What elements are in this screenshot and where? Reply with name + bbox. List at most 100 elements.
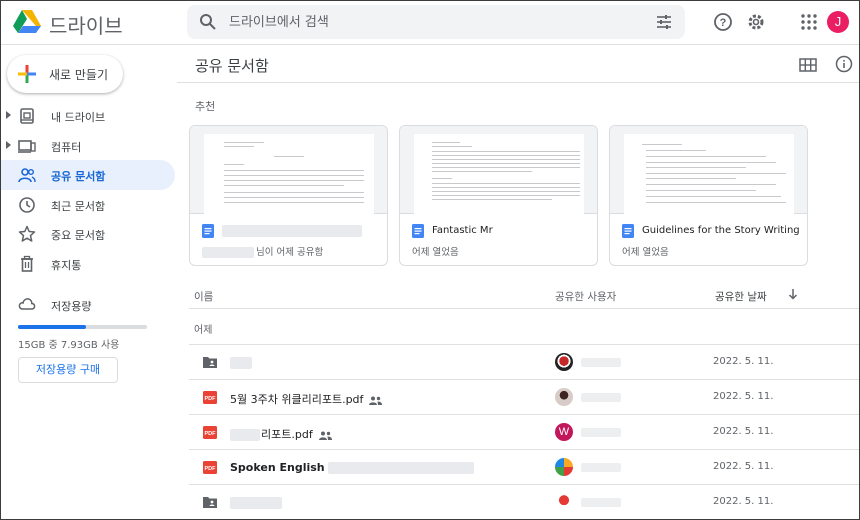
pdf-icon: PDF <box>203 461 217 474</box>
card-subtitle: 어제 열었음 <box>622 247 669 258</box>
suggested-card[interactable]: 님이 어제 공유함 <box>189 125 388 266</box>
main-header: 공유 문서함 <box>177 45 859 83</box>
file-row[interactable]: 2022. 5. 11. <box>189 484 859 519</box>
sidebar-item-my-drive[interactable]: 내 드라이브 <box>1 101 175 131</box>
doc-thumbnail <box>190 126 387 214</box>
column-shared-date[interactable]: 공유한 날짜 <box>715 289 767 304</box>
sidebar-item-label: 최근 문서함 <box>51 199 106 213</box>
shared-date: 2022. 5. 11. <box>713 391 774 402</box>
storage-bar <box>18 325 147 329</box>
search-input[interactable] <box>229 12 629 32</box>
shared-icon <box>18 168 36 183</box>
user-avatar <box>555 493 573 511</box>
shared-date: 2022. 5. 11. <box>713 426 774 437</box>
file-list-header: 이름 공유한 사용자 공유한 날짜 <box>189 281 859 309</box>
sidebar-item-shared[interactable]: 공유 문서함 <box>1 160 175 190</box>
storage-bar-fill <box>18 325 87 329</box>
sidebar-item-computers[interactable]: 컴퓨터 <box>1 131 175 161</box>
storage-usage-text: 15GB 중 7.93GB 사용 <box>18 340 120 351</box>
doc-preview <box>414 134 584 214</box>
user-avatar: W <box>555 423 573 441</box>
column-name[interactable]: 이름 <box>194 289 213 304</box>
file-row[interactable]: PDF Spoken English 2022. 5. 11. <box>189 449 859 484</box>
pdf-icon: PDF <box>203 391 217 404</box>
settings-icon[interactable] <box>746 12 766 32</box>
group-label-yesterday: 어제 <box>194 325 213 336</box>
user-avatar <box>555 353 573 371</box>
expand-arrow-icon[interactable] <box>6 111 11 119</box>
app-title: 드라이브 <box>49 14 123 38</box>
buy-storage-button[interactable]: 저장용량 구매 <box>18 357 118 383</box>
sort-down-arrow-icon[interactable] <box>787 288 799 300</box>
suggested-card[interactable]: Fantastic Mr 어제 열었음 <box>399 125 598 266</box>
column-shared-by[interactable]: 공유한 사용자 <box>555 289 616 304</box>
suggested-card[interactable]: Guidelines for the Story Writing C... 어제… <box>609 125 808 266</box>
shared-folder-icon <box>203 357 217 368</box>
sidebar-item-trash[interactable]: 휴지통 <box>1 249 175 279</box>
sidebar-item-label: 컴퓨터 <box>51 140 82 154</box>
computer-icon <box>18 139 36 153</box>
user-name <box>581 498 621 507</box>
help-icon[interactable]: ? <box>713 12 733 32</box>
file-name <box>230 496 282 509</box>
doc-thumbnail <box>610 126 807 214</box>
user-avatar <box>555 458 573 476</box>
card-title: Guidelines for the Story Writing C... <box>642 225 802 236</box>
file-name-text: Spoken English <box>230 461 325 474</box>
file-row[interactable]: 2022. 5. 11. <box>189 344 859 379</box>
shared-date: 2022. 5. 11. <box>713 356 774 367</box>
file-name <box>230 356 252 369</box>
account-avatar[interactable]: J <box>827 11 849 33</box>
pdf-icon: PDF <box>203 426 217 439</box>
sidebar-item-label: 공유 문서함 <box>51 170 106 183</box>
user-name <box>581 393 621 402</box>
sidebar-item-label: 내 드라이브 <box>51 111 106 124</box>
new-button[interactable]: 새로 만들기 <box>7 55 123 93</box>
svg-text:PDF: PDF <box>205 396 217 402</box>
new-button-label: 새로 만들기 <box>49 68 109 82</box>
file-name: Spoken English <box>230 461 474 474</box>
info-icon[interactable] <box>835 55 853 73</box>
star-icon <box>18 225 36 242</box>
apps-icon[interactable] <box>799 12 819 32</box>
my-drive-icon <box>20 108 34 124</box>
card-subtitle-text: 님이 어제 공유함 <box>256 247 324 258</box>
search-icon[interactable] <box>199 13 217 31</box>
card-subtitle: 님이 어제 공유함 <box>202 244 323 258</box>
sidebar-item-recent[interactable]: 최근 문서함 <box>1 190 175 220</box>
doc-preview <box>204 134 374 214</box>
clock-icon <box>19 196 35 213</box>
doc-thumbnail <box>400 126 597 214</box>
svg-text:PDF: PDF <box>205 431 217 437</box>
drive-logo-icon[interactable] <box>13 9 41 33</box>
user-name <box>581 463 621 472</box>
grid-view-icon[interactable] <box>799 56 817 74</box>
sidebar-item-starred[interactable]: 중요 문서함 <box>1 219 175 249</box>
card-subtitle: 어제 열었음 <box>412 247 459 258</box>
shared-people-icon <box>369 396 383 405</box>
file-row[interactable]: PDF 리포트.pdf W 2022. 5. 11. <box>189 414 859 449</box>
sidebar-item-label: 휴지통 <box>51 258 82 272</box>
card-title <box>222 225 382 237</box>
svg-text:PDF: PDF <box>205 466 217 472</box>
storage-label: 저장용량 <box>51 300 92 313</box>
page-title: 공유 문서함 <box>195 57 269 75</box>
shared-folder-icon <box>203 497 217 508</box>
expand-arrow-icon[interactable] <box>6 140 11 149</box>
search-bar[interactable] <box>187 5 685 39</box>
user-name <box>581 428 621 437</box>
shared-date: 2022. 5. 11. <box>713 461 774 472</box>
doc-preview <box>624 134 794 214</box>
trash-icon <box>21 255 33 272</box>
google-docs-icon <box>412 224 424 238</box>
search-options-icon[interactable] <box>655 13 673 31</box>
cloud-icon <box>18 298 36 310</box>
card-title: Fantastic Mr <box>432 225 493 236</box>
user-name <box>581 358 621 367</box>
suggested-label: 추천 <box>195 100 216 113</box>
google-docs-icon <box>202 224 214 238</box>
user-avatar <box>555 388 573 406</box>
sidebar-nav: 내 드라이브 컴퓨터 공유 문서함 최근 문서함 중요 문서함 휴지통 <box>1 101 177 278</box>
file-row[interactable]: PDF 5월 3주차 위클리리포트.pdf 2022. 5. 11. <box>189 379 859 414</box>
shared-date: 2022. 5. 11. <box>713 496 774 507</box>
